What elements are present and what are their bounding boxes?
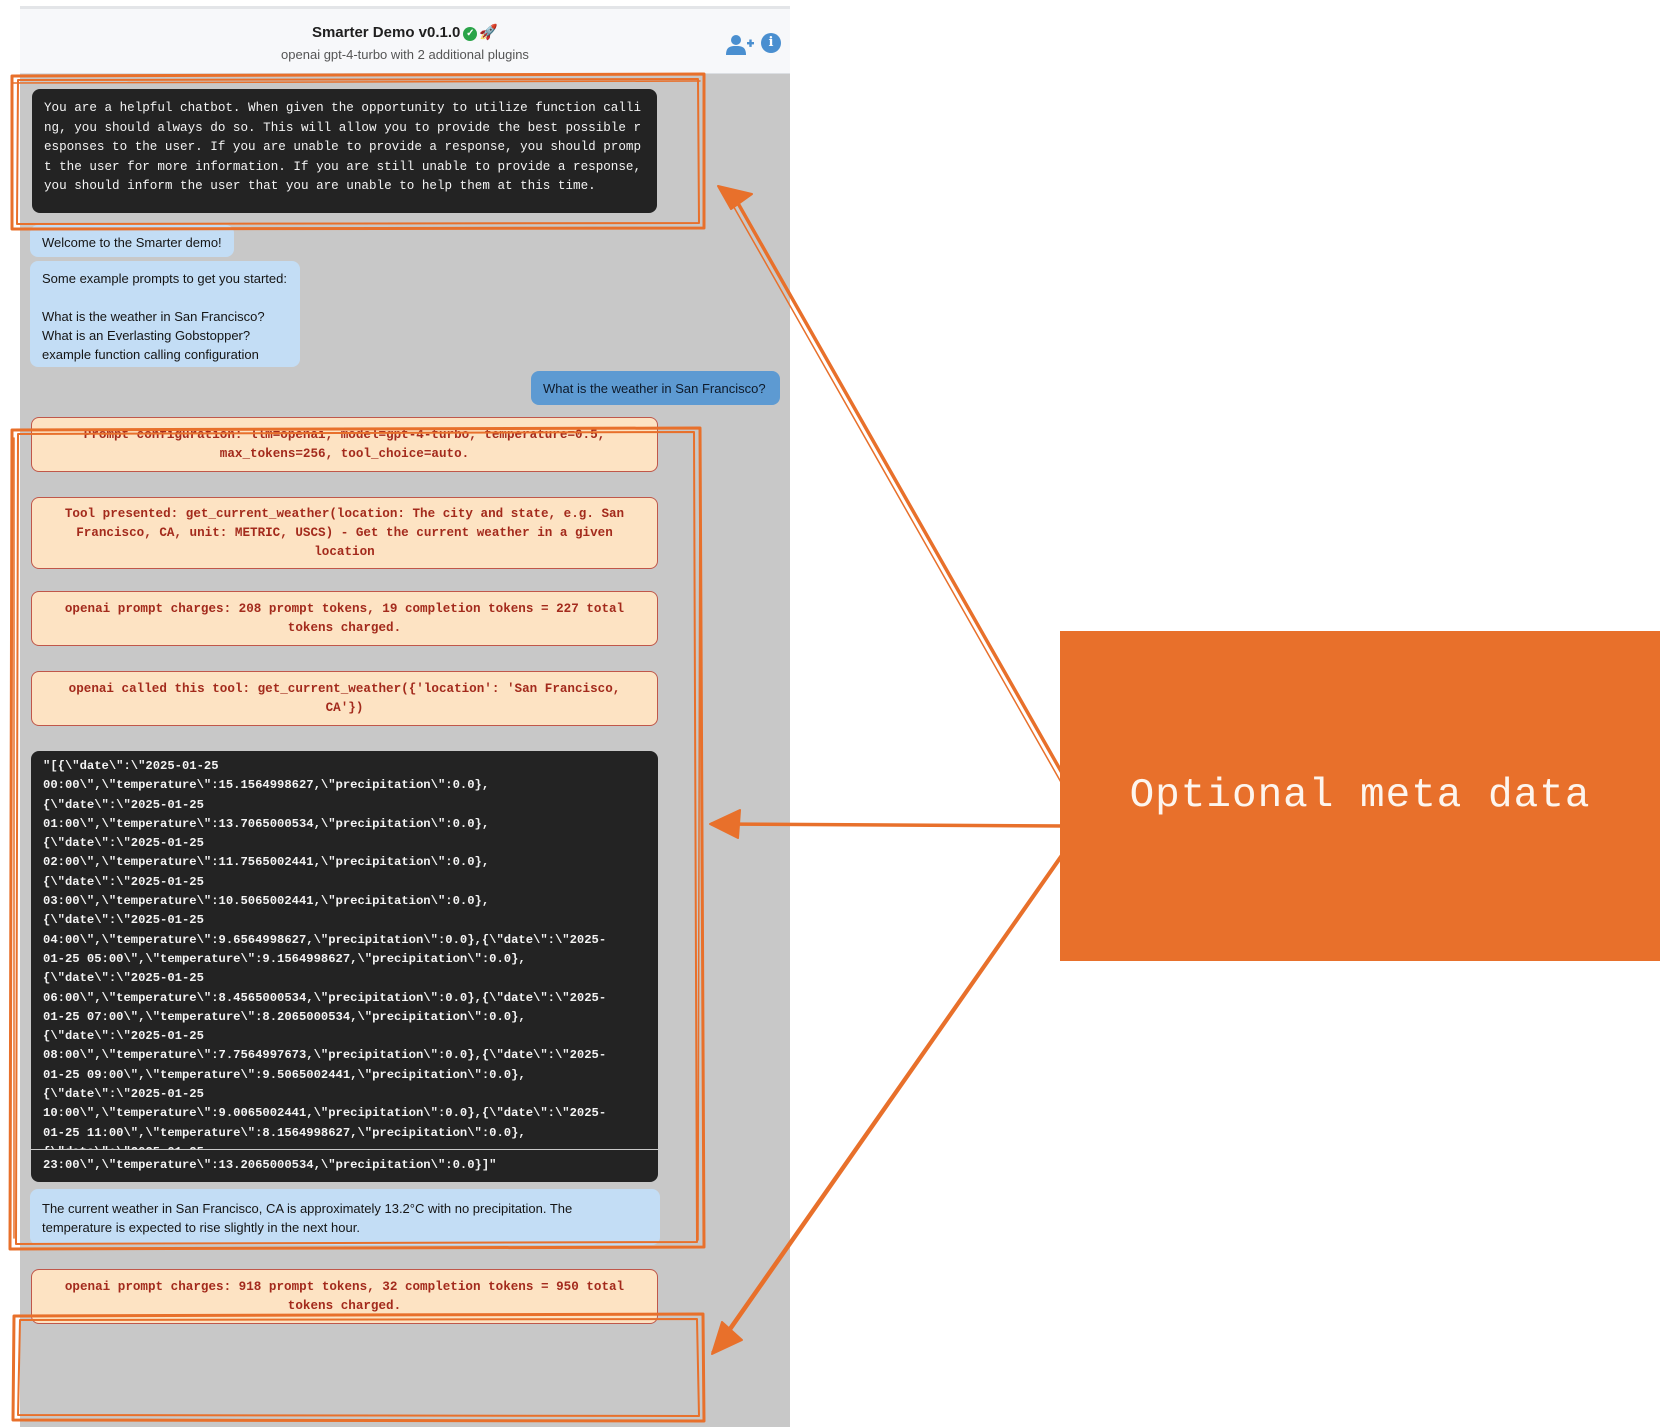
prompt-config-meta: Prompt configuration: llm=openai, model=… xyxy=(31,417,658,472)
system-prompt-bubble: You are a helpful chatbot. When given th… xyxy=(32,89,657,213)
tool-called-meta: openai called this tool: get_current_wea… xyxy=(31,671,658,726)
chat-subtitle: openai gpt-4-turbo with 2 additional plu… xyxy=(281,47,529,62)
tool-presented-meta: Tool presented: get_current_weather(loca… xyxy=(31,497,658,569)
prompt-charges-meta: openai prompt charges: 208 prompt tokens… xyxy=(31,591,658,646)
screenshot-stage: Smarter Demo v0.1.0 ✓ 🚀 openai gpt-4-turbo… xyxy=(0,0,1668,1427)
final-charges-meta: openai prompt charges: 918 prompt tokens… xyxy=(31,1269,658,1324)
rocket-icon: 🚀 xyxy=(479,24,499,41)
assistant-answer: The current weather in San Francisco, CA… xyxy=(30,1189,660,1245)
chat-title: Smarter Demo v0.1.0 ✓ 🚀 xyxy=(20,23,790,41)
chat-header: Smarter Demo v0.1.0 ✓ 🚀 openai gpt-4-turbo… xyxy=(20,9,790,74)
optional-meta-data-callout: Optional meta data xyxy=(1062,633,1658,959)
optional-meta-data-label: Optional meta data xyxy=(1129,773,1591,819)
add-user-icon[interactable] xyxy=(726,33,754,57)
example-prompts-message: Some example prompts to get you started:… xyxy=(30,261,300,367)
tool-output-tail: 23:00\",\"temperature\":13.2065000534,\"… xyxy=(31,1150,658,1182)
welcome-message: Welcome to the Smarter demo! xyxy=(30,225,234,257)
tool-output-block[interactable]: "[{\"date\":\"2025-01-25 00:00\",\"tempe… xyxy=(31,751,658,1149)
chat-title-text: Smarter Demo v0.1.0 xyxy=(311,24,461,41)
chat-window: Smarter Demo v0.1.0 ✓ 🚀 openai gpt-4-turbo… xyxy=(20,6,790,1427)
info-icon[interactable]: i xyxy=(761,33,781,53)
verified-check-icon: ✓ xyxy=(463,27,478,41)
user-message: What is the weather in San Francisco? xyxy=(531,371,780,405)
